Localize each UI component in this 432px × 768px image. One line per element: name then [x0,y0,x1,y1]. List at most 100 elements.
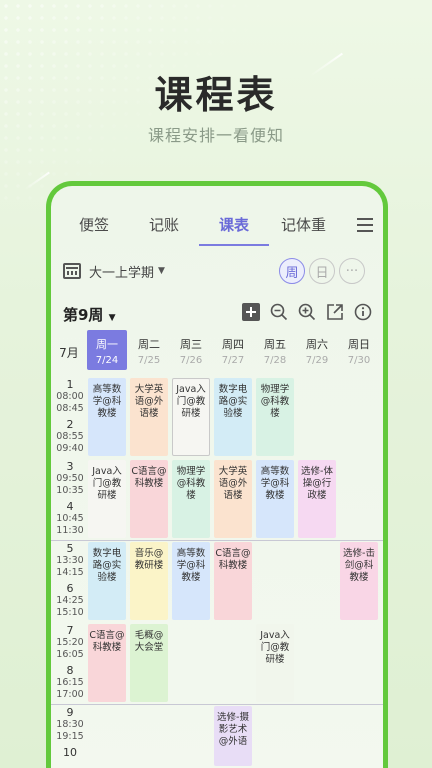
toolbar-icons [241,302,373,322]
day-view-button[interactable]: 日 [309,258,335,284]
period-time: 15:10 [56,607,84,618]
period-number: 1 [66,378,74,391]
course-card[interactable]: C语言@科教楼 [88,624,126,702]
course-card[interactable]: 毛概@大会堂 [130,624,168,702]
caret-down-icon: ▼ [158,266,165,276]
period-number: 5 [66,542,74,555]
period-time: 19:15 [56,731,84,742]
period-label: 3 09:50 10:35 [53,460,87,497]
course-card[interactable]: 选修-体操@行政楼 [298,460,336,538]
day-header: 周三 7/26 [171,330,211,370]
period-time: 14:25 [56,595,84,606]
day-date: 7/28 [263,355,287,366]
calendar-icon [63,263,81,279]
share-icon[interactable] [325,302,345,322]
period-number: 7 [66,624,74,637]
day-date: 7/30 [347,355,371,366]
week-toolbar: 第9周 ▼ [63,302,373,326]
period-time: 09:50 [56,473,84,484]
day-header: 周二 7/25 [129,330,169,370]
zoom-out-icon[interactable] [269,302,289,322]
day-header: 周日 7/30 [339,330,379,370]
period-time: 10:35 [56,485,84,496]
period-label: 1 08:00 08:45 [53,378,87,415]
semester-selector[interactable]: 大一上学期 ▼ [63,258,165,284]
course-card[interactable]: C语言@科教楼 [214,542,252,620]
period-time: 08:00 [56,391,84,402]
course-card[interactable]: 音乐@教研楼 [130,542,168,620]
day-date: 7/26 [179,355,203,366]
period-time: 18:30 [56,719,84,730]
course-card[interactable]: 高等数学@科教楼 [172,542,210,620]
course-card[interactable]: 高等数学@科教楼 [88,378,126,456]
info-icon[interactable] [353,302,373,322]
course-card[interactable]: Java入门@教研楼 [172,378,210,456]
period-time: 13:30 [56,555,84,566]
timetable-grid: 7月 周一 7/24 周二 7/25 周三 7/26 周四 7/27 周五 7/28 周六 7/29 周… [51,330,383,768]
period-time: 16:15 [56,677,84,688]
hero-subtitle: 课程安排一看便知 [147,126,284,145]
week-label: 第9周 [63,306,104,324]
day-weekday: 周一 [96,338,118,351]
period-time: 09:40 [56,443,84,454]
course-card[interactable]: 选修-摄影艺术@外语 [214,706,252,766]
period-number: 3 [66,460,74,473]
phone-frame: 便签 记账 课表 记体重 大一上学期 ▼ 周 日 ··· 第9周 ▼ 7月 周一… [46,181,388,768]
course-card[interactable]: Java入门@教研楼 [88,460,126,538]
day-date: 7/27 [221,355,245,366]
period-number: 6 [66,582,74,595]
period-time: 11:30 [56,525,84,536]
day-weekday: 周四 [222,338,244,351]
course-card[interactable]: 大学英语@外语楼 [214,460,252,538]
tab-notes[interactable]: 便签 [79,214,109,235]
period-label: 6 14:25 15:10 [53,582,87,619]
more-button[interactable]: ··· [339,258,365,284]
semester-label: 大一上学期 [89,265,155,281]
course-card[interactable]: 数字电路@实验楼 [214,378,252,456]
period-time: 10:45 [56,513,84,524]
day-weekday: 周三 [180,338,202,351]
day-header: 周一 7/24 [87,330,127,370]
course-card[interactable]: 高等数学@科教楼 [256,460,294,538]
period-time: 08:45 [56,403,84,414]
week-selector[interactable]: 第9周 ▼ [63,304,116,325]
week-view-button[interactable]: 周 [279,258,305,284]
menu-icon[interactable] [357,218,373,232]
tab-accounting[interactable]: 记账 [149,214,179,235]
course-card[interactable]: 选修-击剑@科教楼 [340,542,378,620]
day-date: 7/29 [305,355,329,366]
day-weekday: 周五 [264,338,286,351]
course-card[interactable]: 物理学@科教楼 [172,460,210,538]
zoom-in-icon[interactable] [297,302,317,322]
day-header: 周四 7/27 [213,330,253,370]
course-card[interactable]: Java入门@教研楼 [256,624,294,702]
period-number: 4 [66,500,74,513]
day-weekday: 周日 [348,338,370,351]
course-card[interactable]: 物理学@科教楼 [256,378,294,456]
lunch-separator [51,540,383,541]
sparkle-decoration [24,171,50,191]
course-card[interactable]: 数字电路@实验楼 [88,542,126,620]
period-number: 9 [66,706,74,719]
day-date: 7/24 [95,355,119,366]
period-label: 10 [53,746,87,759]
period-label: 4 10:45 11:30 [53,500,87,537]
hero-title: 课程表 [154,73,278,117]
period-time: 16:05 [56,649,84,660]
tab-timetable[interactable]: 课表 [219,214,249,235]
add-icon[interactable] [241,302,261,322]
period-label: 2 08:55 09:40 [53,418,87,455]
evening-separator [51,704,383,705]
tab-weight[interactable]: 记体重 [281,214,326,235]
period-time: 08:55 [56,431,84,442]
day-weekday: 周二 [138,338,160,351]
course-card[interactable]: 大学英语@外语楼 [130,378,168,456]
month-label: 7月 [59,346,79,360]
period-number: 8 [66,664,74,677]
day-date: 7/25 [137,355,161,366]
course-card[interactable]: C语言@科教楼 [130,460,168,538]
view-switcher: 周 日 ··· [279,258,365,284]
day-header: 周五 7/28 [255,330,295,370]
period-label: 9 18:30 19:15 [53,706,87,743]
day-header: 周六 7/29 [297,330,337,370]
